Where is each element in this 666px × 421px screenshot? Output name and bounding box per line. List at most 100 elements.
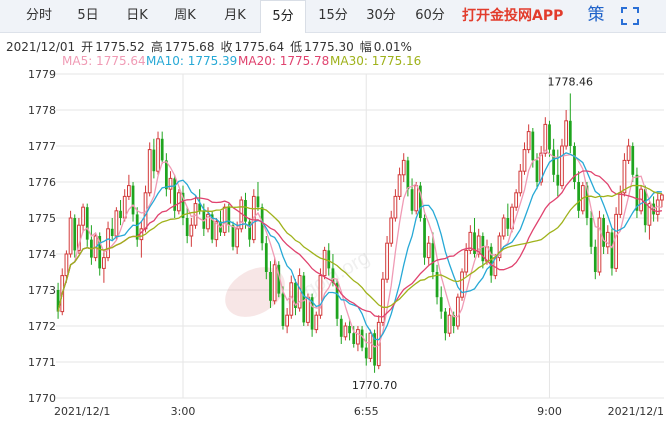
candle <box>635 167 639 218</box>
candle <box>73 214 77 258</box>
y-tick-label: 1777 <box>28 140 56 153</box>
candle <box>285 308 289 334</box>
tab-weekly-k[interactable]: 周K <box>162 0 208 32</box>
strategy-icon[interactable]: 策 <box>586 5 606 25</box>
candle <box>455 293 460 330</box>
candle-body <box>348 326 351 334</box>
candle-body <box>368 332 373 359</box>
candle-body <box>447 314 452 334</box>
info-open-label: 开 <box>81 40 94 54</box>
candle-body <box>431 243 435 272</box>
candle <box>110 218 114 240</box>
candle-body <box>244 200 247 222</box>
candle <box>381 272 385 326</box>
x-tick-label: 9:00 <box>537 405 562 418</box>
candle <box>85 203 89 247</box>
candle <box>227 203 231 233</box>
candle <box>106 221 110 262</box>
candle <box>173 174 177 218</box>
candle-body <box>414 185 419 212</box>
candle-body <box>110 228 114 236</box>
candle <box>147 142 152 197</box>
period-tabs-bar: 分时 5日 日K 周K 月K 5分 15分 30分 60分 打开金投网APP 策 <box>0 0 666 33</box>
candle-body <box>322 249 327 277</box>
open-app-link[interactable]: 打开金投网APP <box>462 0 563 32</box>
y-tick-label: 1770 <box>28 392 56 405</box>
candle-body <box>514 192 519 208</box>
candle <box>501 214 506 240</box>
tab-15min[interactable]: 15分 <box>312 0 354 32</box>
candle <box>631 142 635 182</box>
candle-body <box>168 177 173 190</box>
tab-daily-k[interactable]: 日K <box>114 0 160 32</box>
candle <box>564 110 569 150</box>
candle-body <box>160 138 164 161</box>
candle-body <box>264 243 268 272</box>
candle-body <box>68 217 73 255</box>
candle-body <box>423 218 426 258</box>
candle-body <box>281 293 285 326</box>
tab-30min[interactable]: 30分 <box>360 0 402 32</box>
candle-body <box>318 275 323 316</box>
candle <box>343 322 348 341</box>
candle <box>518 164 523 197</box>
candle-body <box>602 218 605 247</box>
candle-body <box>455 296 460 327</box>
candle <box>272 257 277 305</box>
candle <box>114 207 119 240</box>
tab-5min[interactable]: 5分 <box>260 0 306 33</box>
candle <box>610 228 614 276</box>
candle <box>481 232 485 269</box>
candle <box>185 207 189 244</box>
tab-60min[interactable]: 60分 <box>408 0 452 32</box>
candle-body <box>189 224 194 237</box>
candle <box>189 218 194 247</box>
tab-minute[interactable]: 分时 <box>16 0 62 32</box>
candle <box>385 236 389 283</box>
candle-body <box>401 159 406 176</box>
candle <box>447 308 452 337</box>
fullscreen-icon[interactable] <box>620 6 640 26</box>
candle <box>314 311 319 334</box>
tab-monthly-k[interactable]: 月K <box>212 0 258 32</box>
candle <box>426 236 431 265</box>
candle <box>526 124 531 154</box>
candle-body <box>552 149 556 175</box>
candle <box>618 185 623 218</box>
candle <box>156 131 160 175</box>
candle-body <box>597 217 602 273</box>
candle-body <box>626 145 631 161</box>
candle-body <box>385 242 389 280</box>
tab-5day[interactable]: 5日 <box>66 0 110 32</box>
candle-body <box>256 196 260 208</box>
candle <box>514 189 519 211</box>
candle <box>577 171 581 218</box>
candle-body <box>531 131 535 161</box>
candle <box>468 225 473 254</box>
candle <box>397 167 402 200</box>
info-date: 2021/12/01 <box>6 40 76 54</box>
candle-body <box>152 149 156 172</box>
candle-body <box>235 228 240 248</box>
candle-body <box>327 250 331 269</box>
candle <box>593 239 597 280</box>
candle <box>473 218 476 258</box>
candle-body <box>589 218 593 247</box>
candle-body <box>285 314 289 327</box>
candle-body <box>222 206 227 233</box>
candle <box>443 308 447 341</box>
candle <box>256 182 260 211</box>
candle-body <box>185 218 189 236</box>
candle <box>322 246 327 280</box>
candle <box>597 210 602 276</box>
candle-body <box>660 194 664 201</box>
info-low-label: 低 <box>290 40 303 54</box>
candle-body <box>489 246 493 276</box>
x-tick-label: 2021/12/1 <box>54 405 110 418</box>
candle <box>364 333 368 366</box>
candle <box>602 214 605 254</box>
candle-body <box>269 272 272 301</box>
candle-body <box>522 149 527 172</box>
candle <box>164 153 168 197</box>
candle <box>176 189 181 215</box>
